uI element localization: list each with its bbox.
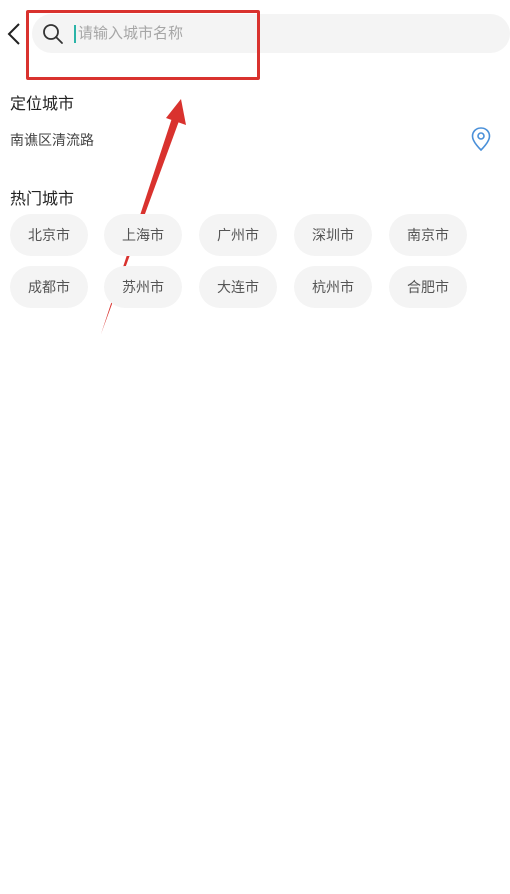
- current-location-row[interactable]: 南谯区清流路: [0, 122, 510, 156]
- header-bar: [0, 0, 510, 70]
- chevron-left-icon: [7, 23, 20, 45]
- hot-cities-title: 热门城市: [10, 189, 75, 208]
- city-chip[interactable]: 深圳市: [294, 214, 372, 256]
- city-chip[interactable]: 大连市: [199, 266, 277, 308]
- location-section-title: 定位城市: [10, 94, 75, 113]
- city-chip[interactable]: 成都市: [10, 266, 88, 308]
- search-box[interactable]: [32, 14, 510, 53]
- city-chip[interactable]: 上海市: [104, 214, 182, 256]
- city-chip[interactable]: 南京市: [389, 214, 467, 256]
- current-location-text: 南谯区清流路: [10, 133, 94, 149]
- city-chip[interactable]: 北京市: [10, 214, 88, 256]
- search-icon: [43, 24, 63, 44]
- city-chip[interactable]: 苏州市: [104, 266, 182, 308]
- city-chip[interactable]: 广州市: [199, 214, 277, 256]
- back-button[interactable]: [2, 20, 26, 48]
- city-search-input[interactable]: [78, 18, 378, 48]
- city-chip[interactable]: 杭州市: [294, 266, 372, 308]
- city-chip[interactable]: 合肥市: [389, 266, 467, 308]
- location-pin-icon[interactable]: [470, 126, 492, 152]
- text-cursor: [74, 25, 76, 43]
